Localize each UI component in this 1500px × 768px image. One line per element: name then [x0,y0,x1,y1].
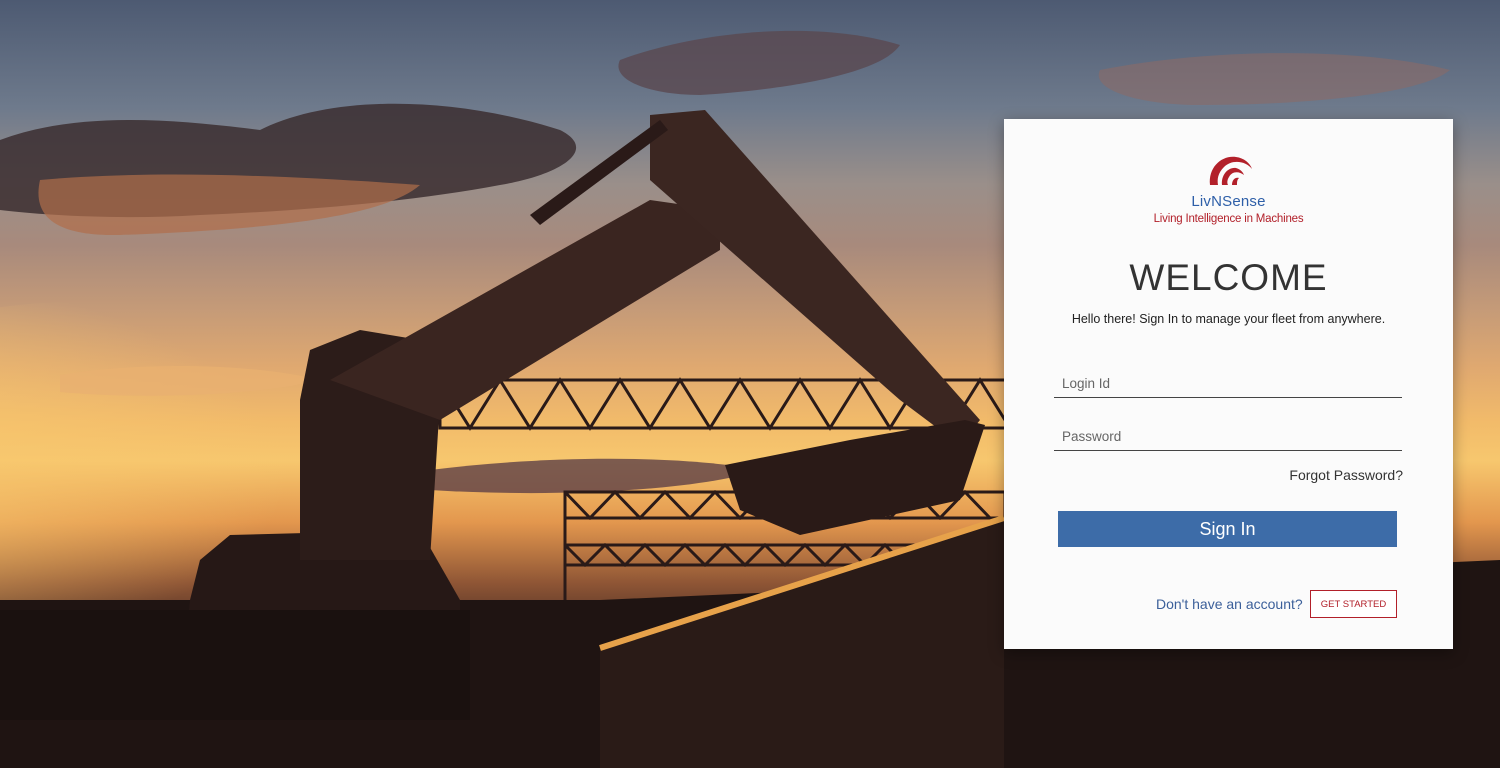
welcome-subtitle: Hello there! Sign In to manage your flee… [1071,312,1386,326]
welcome-title: WELCOME [1129,257,1328,298]
password-input[interactable] [1054,423,1402,451]
login-card: LivNSense Living Intelligence in Machine… [1004,119,1453,649]
login-id-input[interactable] [1054,370,1402,398]
brand-name: LivNSense [1191,193,1266,210]
forgot-password-link[interactable]: Forgot Password? [1289,467,1403,483]
brand-logo: LivNSense Living Intelligence in Machine… [1004,147,1453,229]
get-started-button[interactable]: GET STARTED [1310,590,1397,618]
brand-tagline: Living Intelligence in Machines [1153,213,1304,225]
sign-in-button[interactable]: Sign In [1058,511,1397,547]
no-account-link[interactable]: Don't have an account? [1156,596,1303,612]
livnsense-logo-icon [1209,156,1252,185]
